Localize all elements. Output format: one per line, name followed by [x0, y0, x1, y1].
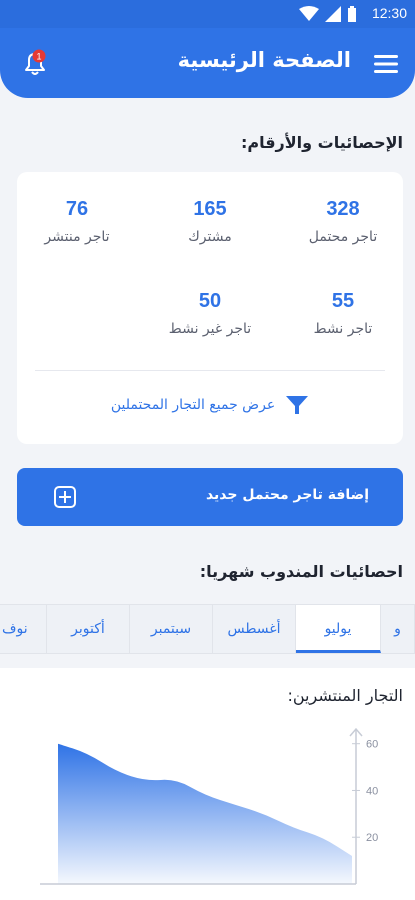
tab-november[interactable]: نوف	[0, 605, 47, 653]
tab-september[interactable]: سبتمبر	[130, 605, 213, 653]
tab-july[interactable]: يوليو	[296, 605, 381, 653]
y-tick-label: 20	[366, 832, 378, 844]
app-bar: الصفحة الرئيسية 1	[0, 28, 415, 98]
stat-label: تاجر محتمل	[308, 229, 378, 245]
notifications-button[interactable]: 1	[18, 46, 52, 80]
monthly-section-title: احصائيات المندوب شهريا:	[199, 562, 403, 581]
menu-button[interactable]	[371, 50, 401, 78]
wifi-icon	[299, 6, 319, 21]
stat-value: 76	[65, 198, 89, 220]
stat-label: تاجر منتشر	[44, 229, 110, 245]
status-icons	[299, 6, 357, 22]
filter-icon	[286, 396, 309, 414]
y-tick-label: 40	[366, 785, 378, 797]
view-all-potential-merchants-link[interactable]: عرض جميع التجار المحتملين	[17, 394, 403, 416]
stat-inactive-merchants[interactable]: 50 تاجر غير نشط	[150, 290, 270, 337]
stat-label: مشترك	[188, 229, 232, 245]
stats-card: 328 تاجر محتمل 165 مشترك 76 تاجر منتشر 5…	[17, 172, 403, 444]
area-chart: 20 40 60	[40, 727, 378, 885]
chart-area-series	[58, 743, 352, 884]
stat-label: تاجر غير نشط	[168, 321, 252, 337]
add-square-icon	[54, 486, 76, 508]
notification-badge: 1	[32, 49, 46, 63]
filter-link-label: عرض جميع التجار المحتملين	[110, 397, 276, 413]
add-potential-merchant-button[interactable]: إضافة تاجر محتمل جديد	[17, 468, 403, 526]
add-button-label: إضافة تاجر محتمل جديد	[205, 487, 369, 503]
stat-value: 55	[331, 290, 355, 312]
tab-august[interactable]: أغسطس	[213, 605, 296, 653]
stats-section-title: الإحصائيات والأرقام:	[240, 133, 403, 152]
month-tabs: و يوليو أغسطس سبتمبر أكتوبر نوف	[0, 604, 415, 654]
chart-card: التجار المنتشرين: 20 40 60	[0, 668, 415, 900]
stat-value: 328	[326, 198, 360, 220]
stat-label: تاجر نشط	[313, 321, 373, 337]
status-time: 12:30	[371, 5, 407, 21]
notification-count: 1	[36, 52, 41, 62]
hamburger-icon	[374, 55, 398, 73]
signal-icon	[325, 6, 341, 22]
status-bar: 12:30	[0, 0, 415, 28]
tab-month[interactable]: و	[381, 605, 415, 653]
stat-subscribers[interactable]: 165 مشترك	[150, 198, 270, 245]
stat-value: 165	[193, 198, 227, 220]
page-title: الصفحة الرئيسية	[177, 48, 351, 72]
stat-active-merchants[interactable]: 55 تاجر نشط	[283, 290, 403, 337]
divider	[35, 370, 385, 371]
y-tick-label: 60	[366, 739, 378, 751]
stat-deployed-merchants[interactable]: 76 تاجر منتشر	[17, 198, 137, 245]
battery-icon	[348, 6, 356, 22]
stat-potential-merchants[interactable]: 328 تاجر محتمل	[283, 198, 403, 245]
tab-october[interactable]: أكتوبر	[47, 605, 130, 653]
stat-value: 50	[198, 290, 222, 312]
